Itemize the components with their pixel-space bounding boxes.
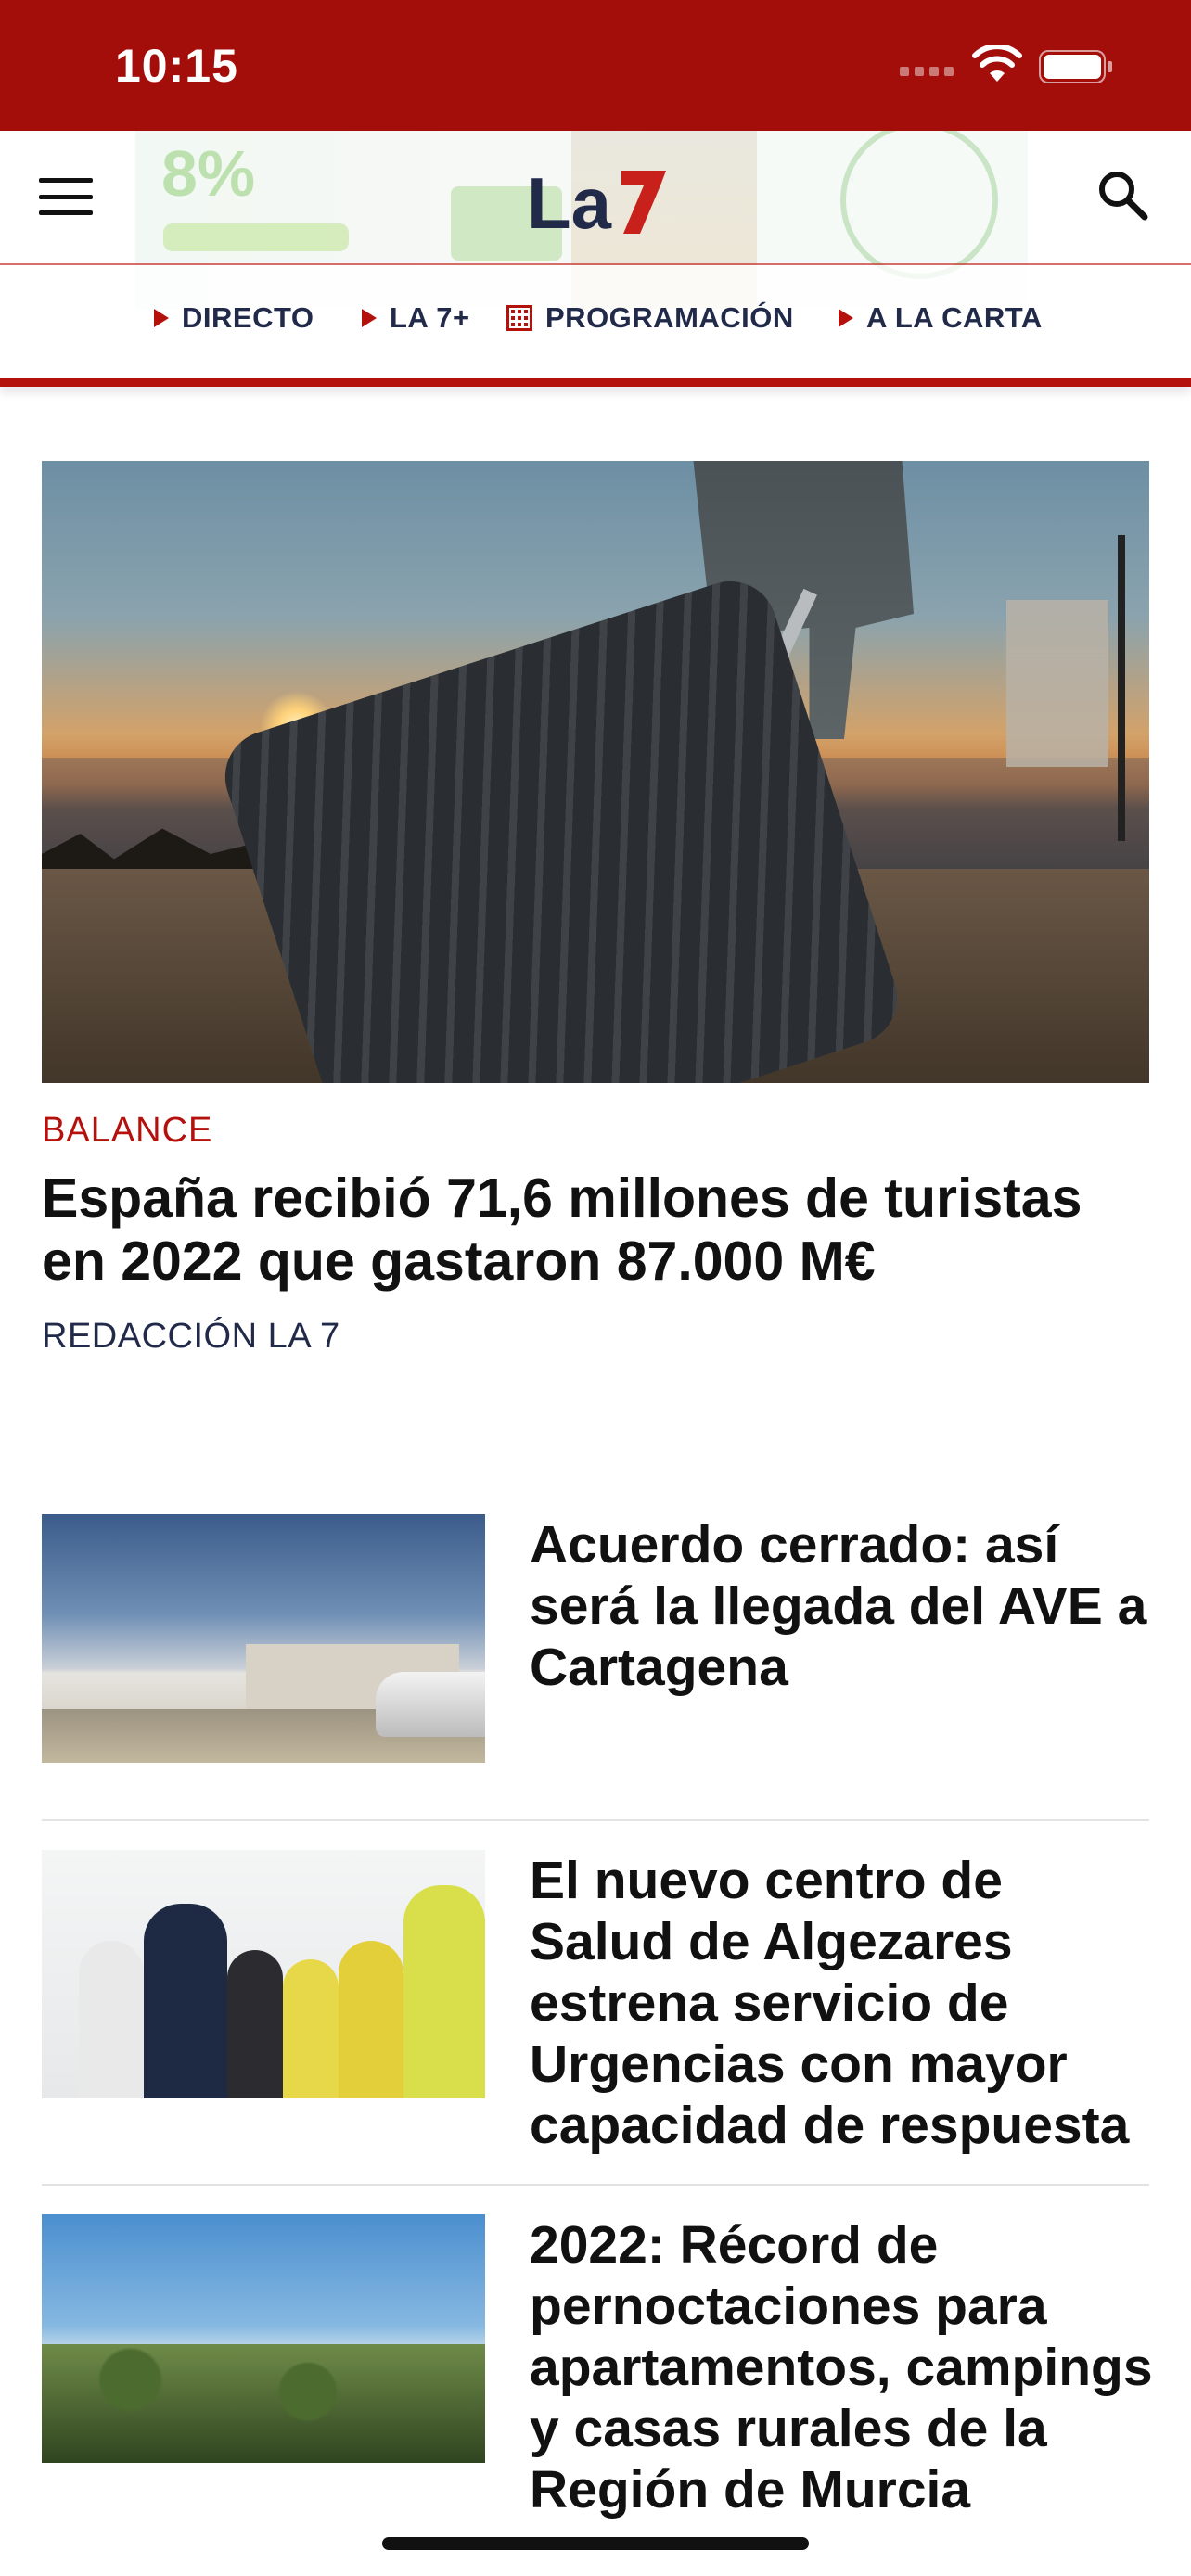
ad-banner-graphic <box>163 223 349 251</box>
hero-article-image[interactable] <box>42 461 1149 1083</box>
battery-icon <box>1039 50 1112 83</box>
nav-item-label: PROGRAMACIÓN <box>545 301 794 334</box>
article-list-item[interactable]: El nuevo centro de Salud de Algezares es… <box>42 1850 1149 2156</box>
play-triangle-icon <box>839 309 853 327</box>
hero-kicker[interactable]: BALANCE <box>42 1111 212 1151</box>
nav-item-directo[interactable]: DIRECTO <box>154 301 314 335</box>
nav-item-label: DIRECTO <box>182 301 314 334</box>
article-list-item[interactable]: 2022: Récord de pernoctaciones para apar… <box>42 2214 1153 2576</box>
nav-item-label: LA 7+ <box>390 301 470 334</box>
nav-item-a-la-carta[interactable]: A LA CARTA <box>839 301 1043 335</box>
status-time: 10:15 <box>115 40 238 92</box>
hamburger-menu-icon[interactable] <box>37 174 95 219</box>
article-title: 2022: Récord de pernoctaciones para apar… <box>530 2215 1153 2519</box>
article-thumbnail <box>42 1514 485 1763</box>
calendar-grid-icon <box>506 305 532 331</box>
search-icon[interactable] <box>1095 167 1150 223</box>
list-divider <box>42 1819 1149 1821</box>
article-thumbnail <box>42 1850 485 2098</box>
nav-item-programacion[interactable]: PROGRAMACIÓN <box>506 301 794 335</box>
status-bar: 10:15 <box>0 0 1191 131</box>
play-triangle-icon <box>362 309 377 327</box>
home-indicator[interactable] <box>382 2537 809 2550</box>
article-thumbnail <box>42 2214 485 2463</box>
la7-logo[interactable]: La <box>521 158 670 241</box>
article-title: El nuevo centro de Salud de Algezares es… <box>530 1851 1130 2155</box>
article-list-item[interactable]: Acuerdo cerrado: así será la llegada del… <box>42 1514 1149 1763</box>
ad-banner-seal <box>840 131 998 279</box>
ad-banner-graphic: 8% <box>161 137 256 210</box>
article-title: Acuerdo cerrado: así será la llegada del… <box>530 1515 1147 1697</box>
hero-title[interactable]: España recibió 71,6 millones de turistas… <box>42 1167 1155 1293</box>
nav-item-label: A LA CARTA <box>866 301 1043 334</box>
cellular-signal-icon <box>900 67 954 76</box>
list-divider <box>42 2184 1149 2186</box>
hero-author[interactable]: REDACCIÓN LA 7 <box>42 1317 340 1357</box>
wifi-icon <box>972 45 1022 82</box>
play-triangle-icon <box>154 309 169 327</box>
nav-bottom-bar <box>0 378 1191 387</box>
svg-text:La: La <box>527 162 612 241</box>
nav-item-la7plus[interactable]: LA 7+ <box>362 301 470 335</box>
